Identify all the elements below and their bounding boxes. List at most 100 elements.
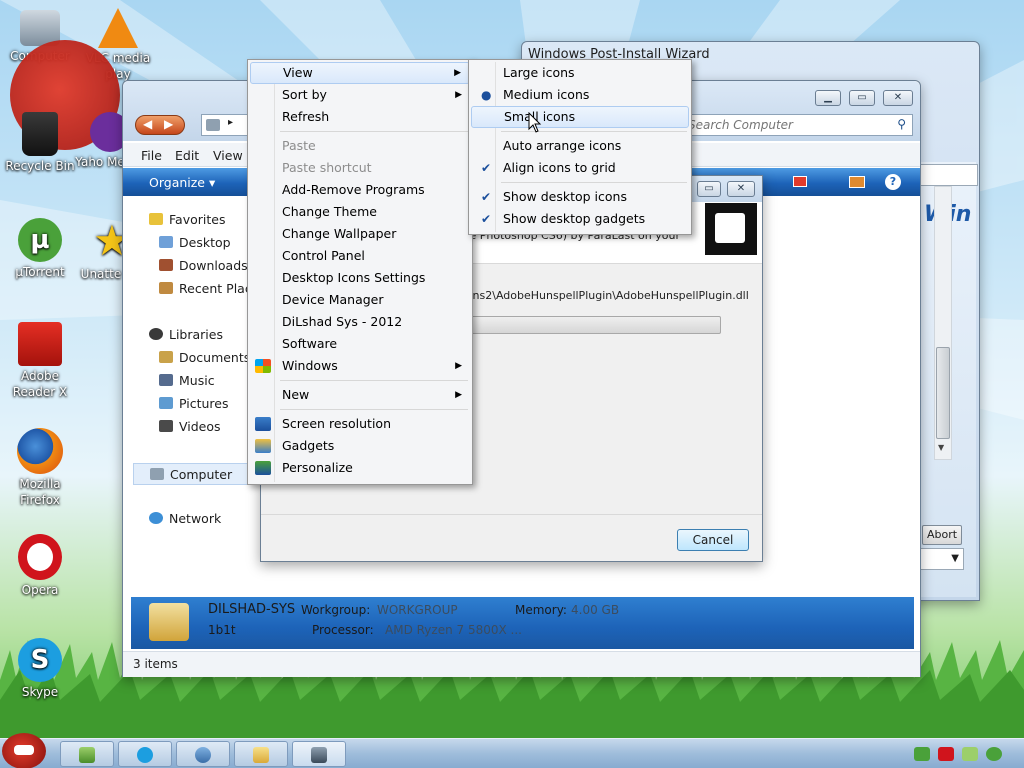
close-button[interactable]: ✕	[883, 90, 913, 106]
search-input[interactable]	[688, 117, 888, 133]
menu-item-change-theme[interactable]: Change Theme	[250, 201, 470, 223]
back-arrow-icon[interactable]: ◀	[143, 117, 152, 131]
menu-item-change-wallpaper[interactable]: Change Wallpaper	[250, 223, 470, 245]
desktop-icon-firefox[interactable]: Mozilla Firefox	[0, 428, 80, 508]
user-name: 1b1t	[208, 623, 236, 637]
menu-item-sort-by[interactable]: Sort by ▶	[250, 84, 470, 106]
nav-documents-label: Documents	[179, 350, 251, 365]
menu-item-new[interactable]: New ▶	[250, 384, 470, 406]
nav-videos-label: Videos	[179, 419, 221, 434]
nav-music[interactable]: Music	[159, 373, 215, 388]
scrollbar-thumb[interactable]	[936, 347, 950, 439]
nav-pictures[interactable]: Pictures	[159, 396, 229, 411]
cancel-button[interactable]: Cancel	[677, 529, 749, 551]
taskbar-button-skype[interactable]	[118, 741, 172, 767]
submenu-item-small-icons[interactable]: Small icons	[471, 106, 689, 128]
nav-network[interactable]: Network	[149, 511, 221, 526]
scroll-down-arrow-icon[interactable]: ▼	[938, 443, 944, 452]
menu-view[interactable]: View	[213, 148, 243, 163]
menu-edit[interactable]: Edit	[175, 148, 199, 163]
desktop-icon-adobe-reader[interactable]: Adobe Reader X	[0, 322, 80, 400]
workgroup-value: WORKGROUP	[377, 603, 458, 617]
desktop-icon-skype[interactable]: S Skype	[0, 638, 80, 700]
adobe-reader-icon	[18, 322, 62, 366]
utorrent-tray-icon[interactable]	[986, 747, 1002, 761]
desktop-icon-opera[interactable]: Opera	[0, 534, 80, 598]
submenu-item-auto-arrange[interactable]: Auto arrange icons	[471, 135, 689, 157]
submenu-item-show-desktop-gadgets[interactable]: ✔ Show desktop gadgets	[471, 208, 689, 230]
network-tray-icon[interactable]	[914, 747, 930, 761]
menu-item-control-panel[interactable]: Control Panel	[250, 245, 470, 267]
desktop-icon-recycle-bin[interactable]: Recycle Bin	[0, 112, 80, 174]
taskbar-button-media[interactable]	[176, 741, 230, 767]
organize-button[interactable]: Organize ▾	[149, 175, 215, 190]
vertical-scrollbar[interactable]: ▼	[934, 186, 952, 460]
nav-favorites[interactable]: Favorites	[149, 212, 225, 227]
menu-item-label: Paste	[282, 138, 316, 153]
submenu-arrow-icon: ▶	[455, 90, 462, 100]
nav-recent-places[interactable]: Recent Plac	[159, 281, 252, 296]
forward-arrow-icon[interactable]: ▶	[164, 117, 173, 131]
menu-item-add-remove-programs[interactable]: Add-Remove Programs	[250, 179, 470, 201]
taskbar-button-folder[interactable]	[234, 741, 288, 767]
back-forward-buttons[interactable]: ◀ ▶	[135, 115, 185, 135]
start-button[interactable]	[2, 733, 46, 768]
menu-item-dilshad-sys[interactable]: DiLshad Sys - 2012	[250, 311, 470, 333]
view-submenu[interactable]: Large icons ● Medium icons Small icons Au…	[468, 59, 692, 235]
menu-item-screen-resolution[interactable]: Screen resolution	[250, 413, 470, 435]
nav-computer[interactable]: Computer	[133, 463, 258, 485]
address-bar[interactable]: ▸	[201, 114, 249, 136]
menu-item-paste[interactable]: Paste	[250, 135, 470, 157]
gadgets-icon	[255, 439, 271, 453]
menu-item-refresh[interactable]: Refresh	[250, 106, 470, 128]
flag-icon[interactable]	[793, 176, 807, 187]
nav-libraries[interactable]: Libraries	[149, 327, 223, 342]
search-icon[interactable]: ⚲	[897, 117, 906, 131]
taskbar-button-installer[interactable]	[292, 741, 346, 767]
dialog-restore-button[interactable]: ▭	[697, 181, 721, 197]
submenu-item-align-to-grid[interactable]: ✔ Align icons to grid	[471, 157, 689, 179]
submenu-item-medium-icons[interactable]: ● Medium icons	[471, 84, 689, 106]
processor-value: AMD Ryzen 7 5800X ...	[385, 623, 522, 637]
chat-tray-icon[interactable]	[962, 747, 978, 761]
preview-pane-icon[interactable]	[849, 176, 865, 188]
minimize-button[interactable]: ▁	[815, 90, 841, 106]
radio-selected-icon: ●	[481, 88, 492, 102]
menu-item-personalize[interactable]: Personalize	[250, 457, 470, 479]
nav-videos[interactable]: Videos	[159, 419, 221, 434]
desktop-icon-utorrent[interactable]: µ µTorrent	[0, 218, 80, 280]
menu-item-software[interactable]: Software	[250, 333, 470, 355]
nav-downloads-label: Downloads	[179, 258, 248, 273]
menu-item-desktop-icons-settings[interactable]: Desktop Icons Settings	[250, 267, 470, 289]
security-tray-icon[interactable]	[938, 747, 954, 761]
nav-desktop[interactable]: Desktop	[159, 235, 231, 250]
wizard-abort-button[interactable]: Abort	[922, 525, 962, 545]
processor-label: Processor:	[312, 623, 374, 637]
nav-documents[interactable]: Documents	[159, 350, 250, 365]
nav-downloads[interactable]: Downloads	[159, 258, 248, 273]
wizard-input[interactable]	[920, 164, 978, 186]
menu-item-device-manager[interactable]: Device Manager	[250, 289, 470, 311]
desktop-icon-label: Recycle Bin	[5, 159, 75, 173]
search-box[interactable]: ⚲	[673, 114, 913, 136]
nav-favorites-label: Favorites	[169, 212, 226, 227]
menu-item-paste-shortcut[interactable]: Paste shortcut	[250, 157, 470, 179]
menu-item-gadgets[interactable]: Gadgets	[250, 435, 470, 457]
maximize-button[interactable]: ▭	[849, 90, 875, 106]
desktop-context-menu[interactable]: View ▶ Sort by ▶ Refresh Paste Paste short…	[247, 59, 473, 485]
desktop-icon-label: Opera	[21, 583, 59, 597]
menu-item-windows[interactable]: Windows ▶	[250, 355, 470, 377]
submenu-item-large-icons[interactable]: Large icons	[471, 62, 689, 84]
menu-item-label: DiLshad Sys - 2012	[282, 314, 403, 329]
menu-file[interactable]: File	[141, 148, 162, 163]
computer-name: DILSHAD-SYS	[208, 602, 296, 617]
wizard-dropdown[interactable]: ▼	[920, 548, 964, 570]
libraries-icon	[149, 328, 163, 340]
taskbar-button-explorer[interactable]	[60, 741, 114, 767]
submenu-item-show-desktop-icons[interactable]: ✔ Show desktop icons	[471, 186, 689, 208]
dialog-close-button[interactable]: ✕	[727, 181, 755, 197]
help-icon[interactable]: ?	[885, 174, 901, 190]
menu-item-view[interactable]: View ▶	[250, 62, 470, 84]
menu-item-label: Personalize	[282, 460, 353, 475]
chevron-right-icon[interactable]: ▸	[228, 117, 233, 128]
